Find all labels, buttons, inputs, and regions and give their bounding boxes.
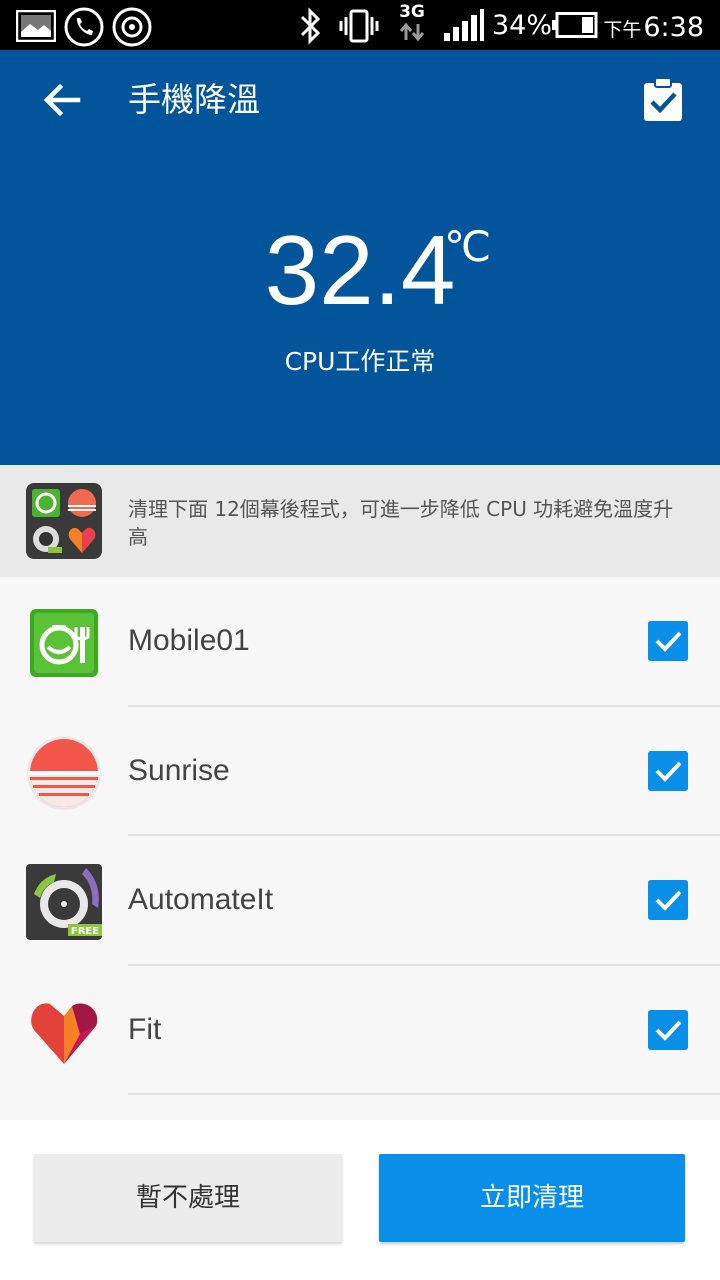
action-bar: 暫不處理 立即清理 [0,1120,720,1280]
banner-message: 清理下面 12個幕後程式，可進一步降低 CPU 功耗避免溫度升高 [128,497,674,549]
app-list: Mobile01 Sunrise FREE AutomateIt Fit [0,577,720,1095]
checkbox-checked-icon[interactable] [648,880,688,920]
app-name: Mobile01 [128,624,250,657]
network-type: 3G [396,2,428,46]
temperature-unit: ℃ [444,222,492,271]
back-arrow-icon[interactable] [40,78,84,122]
list-item[interactable]: Sunrise [0,706,720,836]
status-bar: 3G 34% 下午6:38 [0,0,720,50]
target-notification-icon [112,7,152,47]
apps-collage-icon [26,483,102,559]
list-item[interactable]: FREE AutomateIt [0,836,720,966]
app-name: Sunrise [128,753,230,787]
app-name: AutomateIt [128,883,274,916]
clock: 下午6:38 [603,12,704,43]
free-badge: FREE [71,926,99,937]
mobile01-icon [30,609,98,677]
checkbox-checked-icon[interactable] [648,621,688,661]
checkbox-checked-icon[interactable] [648,1009,688,1050]
clean-now-button[interactable]: 立即清理 [379,1154,685,1242]
vibrate-icon [339,9,379,43]
list-item[interactable]: Mobile01 [0,577,720,707]
divider [128,1093,720,1095]
later-button[interactable]: 暫不處理 [34,1154,342,1242]
info-banner: 清理下面 12個幕後程式，可進一步降低 CPU 功耗避免溫度升高 [0,465,720,577]
cpu-status: CPU工作正常 [284,347,436,376]
data-arrows-icon [399,22,425,42]
list-item[interactable]: Fit [0,965,720,1095]
temperature-value: 32.4 [264,215,456,325]
gallery-notification-icon [16,10,56,42]
phone-notification-icon [64,7,104,47]
battery-icon [552,12,598,38]
header: 手機降溫 32.4 ℃ CPU工作正常 [0,50,720,465]
temperature-display: 32.4 [0,200,720,330]
fit-icon [31,1002,98,1064]
signal-icon [444,9,484,41]
clipboard-check-icon[interactable] [640,76,686,122]
app-name: Fit [128,1012,162,1046]
sunrise-icon [27,735,101,810]
automateit-icon: FREE [26,864,102,940]
battery-percent: 34% [492,10,553,41]
bluetooth-icon [300,7,321,45]
page-title: 手機降溫 [128,80,260,119]
checkbox-checked-icon[interactable] [648,750,688,791]
